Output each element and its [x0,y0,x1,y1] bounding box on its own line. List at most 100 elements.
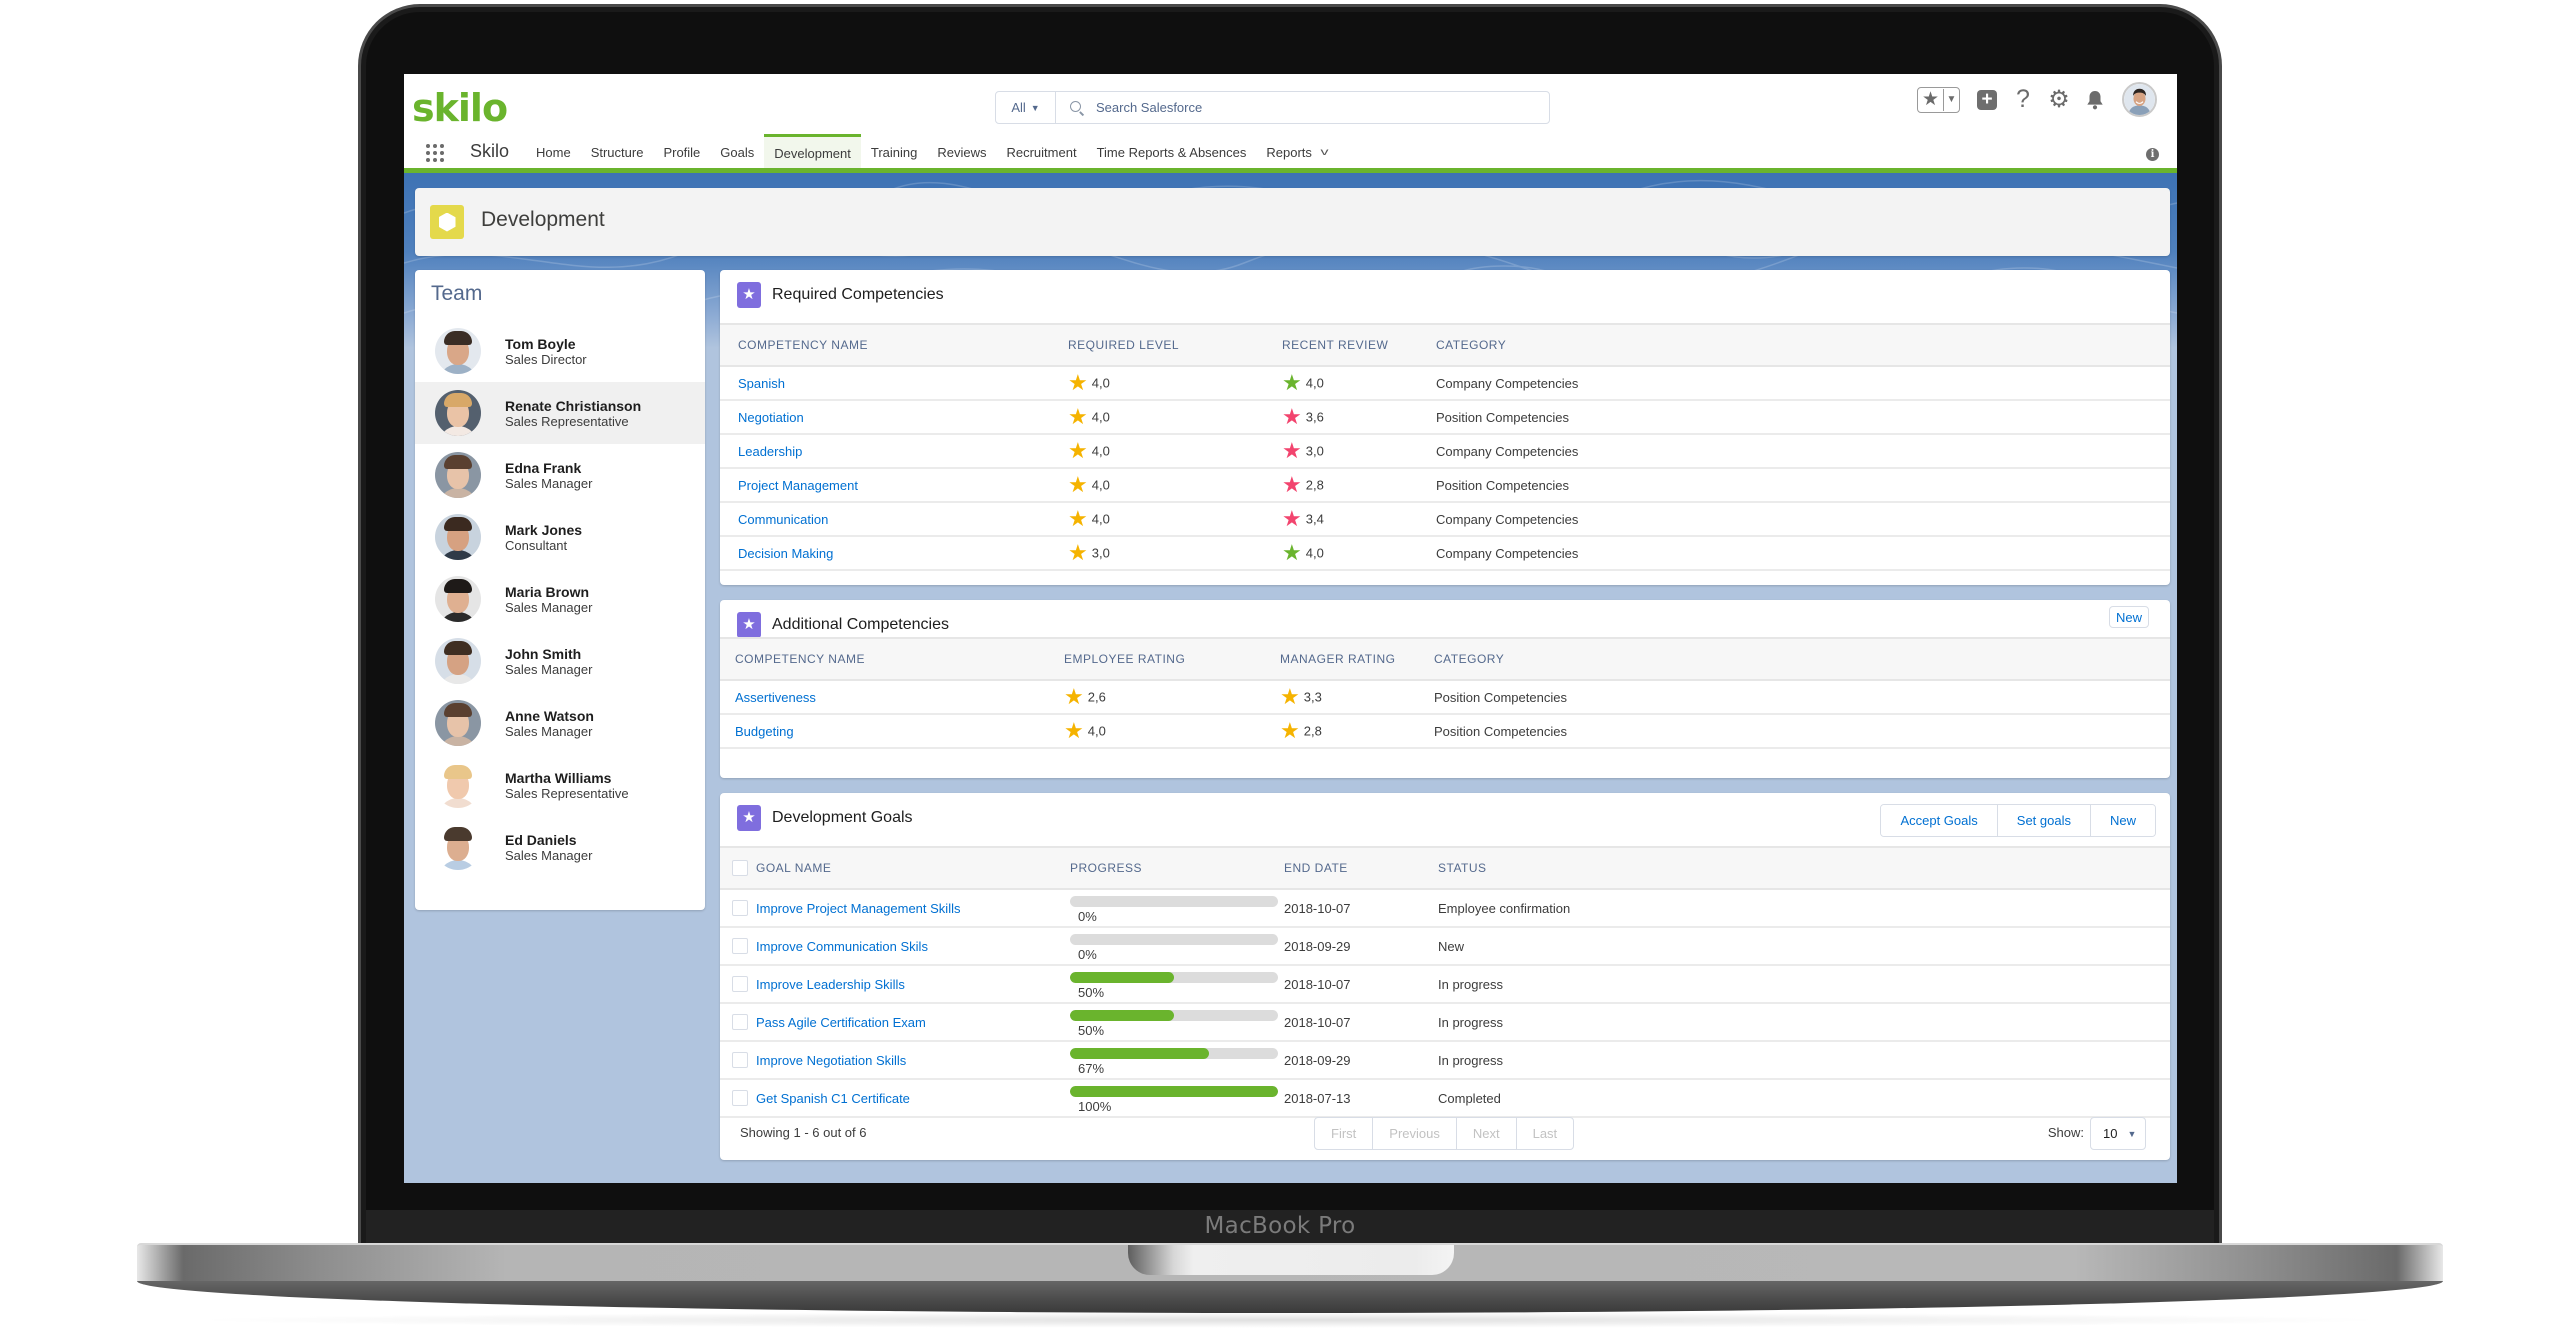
column-header[interactable]: CATEGORY [1436,323,2170,367]
info-icon[interactable]: i [2146,148,2159,161]
previous-page-button[interactable]: Previous [1373,1118,1457,1149]
competency-link[interactable]: Budgeting [735,724,794,739]
page-header: Development [415,188,2170,256]
skilo-logo[interactable]: skilo [412,86,508,130]
progress-fill [1070,1047,1210,1059]
column-header[interactable]: MANAGER RATING [1280,637,1434,681]
row-checkbox[interactable] [732,1052,748,1069]
star-icon: ★ [1068,404,1088,429]
avatar [435,824,481,870]
rating-value: 2,6 [1087,689,1106,705]
goal-link[interactable]: Improve Project Management Skills [756,901,960,916]
progress-label: 50% [1078,1022,1105,1038]
team-member[interactable]: Anne Watson Sales Manager [415,692,705,754]
goal-link[interactable]: Pass Agile Certification Exam [756,1015,926,1030]
competency-link[interactable]: Project Management [738,478,858,493]
column-header[interactable]: GOAL NAME [756,846,1070,890]
goal-link[interactable]: Improve Communication Skils [756,939,928,954]
team-member[interactable]: Tom Boyle Sales Director [415,320,705,382]
column-header[interactable]: CATEGORY [1434,637,2170,681]
nav-tab-structure[interactable]: Structure [581,134,654,170]
column-header[interactable]: EMPLOYEE RATING [1064,637,1280,681]
competency-link[interactable]: Spanish [738,376,785,391]
user-avatar[interactable] [2122,82,2157,117]
team-list: Tom Boyle Sales Director Renate Christian… [415,320,705,878]
nav-tab-time-reports[interactable]: Time Reports & Absences [1087,134,1257,170]
competency-link[interactable]: Assertiveness [735,690,816,705]
end-date-cell: 2018-09-29 [1284,927,1438,966]
table-row: Improve Negotiation Skills 67% 2018-09-29 I… [720,1041,2170,1080]
last-page-button[interactable]: Last [1517,1118,1574,1149]
setup-button[interactable]: ⚙ [2048,86,2070,113]
nav-tab-development[interactable]: Development [764,134,861,170]
search-scope-dropdown[interactable]: All ▼ [996,92,1056,123]
help-button[interactable]: ? [2012,85,2034,113]
column-header[interactable]: PROGRESS [1070,846,1284,890]
app-launcher-grid-icon[interactable] [426,144,444,162]
team-member[interactable]: Ed Daniels Sales Manager [415,816,705,878]
column-header[interactable]: STATUS [1438,846,2170,890]
nav-tab-reviews[interactable]: Reviews [927,134,996,170]
status-cell: Employee confirmation [1438,889,2170,928]
goal-link[interactable]: Improve Negotiation Skills [756,1053,906,1068]
chevron-down-icon: v [1320,146,1329,158]
nav-tab-training[interactable]: Training [861,134,927,170]
team-member[interactable]: Edna Frank Sales Manager [415,444,705,506]
team-member[interactable]: John Smith Sales Manager [415,630,705,692]
set-goals-button[interactable]: Set goals [1997,805,2091,836]
favorites-dropdown-caret-icon[interactable]: ▼ [1944,94,1959,105]
goal-link[interactable]: Get Spanish C1 Certificate [756,1091,910,1106]
column-header[interactable]: REQUIRED LEVEL [1068,323,1282,367]
column-header[interactable]: COMPETENCY NAME [720,637,1064,681]
row-checkbox[interactable] [732,976,748,993]
header-utility-icons: ★ ▼ + ? ⚙ [1917,82,2157,117]
team-member[interactable]: Martha Williams Sales Representative [415,754,705,816]
end-date-cell: 2018-09-29 [1284,1041,1438,1080]
nav-tab-profile[interactable]: Profile [653,134,710,170]
star-icon: ★ [1064,718,1084,743]
row-checkbox[interactable] [732,1014,748,1031]
nav-tab-recruitment[interactable]: Recruitment [996,134,1086,170]
progress-bar [1070,1009,1278,1021]
goal-link[interactable]: Improve Leadership Skills [756,977,905,992]
search-icon [1070,100,1084,115]
star-icon: ★ [1282,438,1302,463]
favorites-star-icon[interactable]: ★ [1918,88,1944,111]
required-competencies-table: COMPETENCY NAME REQUIRED LEVEL RECENT RE… [720,323,2170,571]
caret-down-icon: ▼ [1030,102,1040,113]
next-page-button[interactable]: Next [1457,1118,1517,1149]
column-header[interactable]: RECENT REVIEW [1282,323,1436,367]
new-competency-button[interactable]: New [2109,606,2149,628]
column-header[interactable]: END DATE [1284,846,1438,890]
global-actions-button[interactable]: + [1976,89,1998,111]
team-panel: Team Tom Boyle Sales Director Renate Chri… [415,270,705,910]
star-icon: ★ [1282,506,1302,531]
new-goal-button[interactable]: New [2090,805,2155,836]
nav-tab-goals[interactable]: Goals [710,134,764,170]
card-title: Required Competencies [772,286,944,303]
column-header[interactable]: COMPETENCY NAME [720,323,1068,367]
nav-tab-reports[interactable]: Reports v [1256,134,1337,170]
rating-value: 4,0 [1091,443,1110,459]
avatar [435,700,481,746]
competency-link[interactable]: Communication [738,512,828,527]
team-member[interactable]: Maria Brown Sales Manager [415,568,705,630]
notifications-button[interactable] [2084,89,2106,111]
star-icon: ★ [737,612,761,638]
search-input[interactable] [1096,100,1536,115]
competency-link[interactable]: Negotiation [738,410,804,425]
team-member[interactable]: Renate Christianson Sales Representative [415,382,705,444]
nav-tab-home[interactable]: Home [526,134,581,170]
row-checkbox[interactable] [732,1090,748,1107]
end-date-cell: 2018-10-07 [1284,889,1438,928]
row-checkbox[interactable] [732,938,748,955]
row-checkbox[interactable] [732,900,748,917]
page-size-select[interactable]: 10 ▼ [2090,1117,2146,1150]
star-icon: ★ [737,282,761,308]
first-page-button[interactable]: First [1315,1118,1374,1149]
competency-link[interactable]: Decision Making [738,546,833,561]
team-member[interactable]: Mark Jones Consultant [415,506,705,568]
competency-link[interactable]: Leadership [738,444,802,459]
select-all-checkbox[interactable] [732,860,748,876]
accept-goals-button[interactable]: Accept Goals [1881,805,1998,836]
